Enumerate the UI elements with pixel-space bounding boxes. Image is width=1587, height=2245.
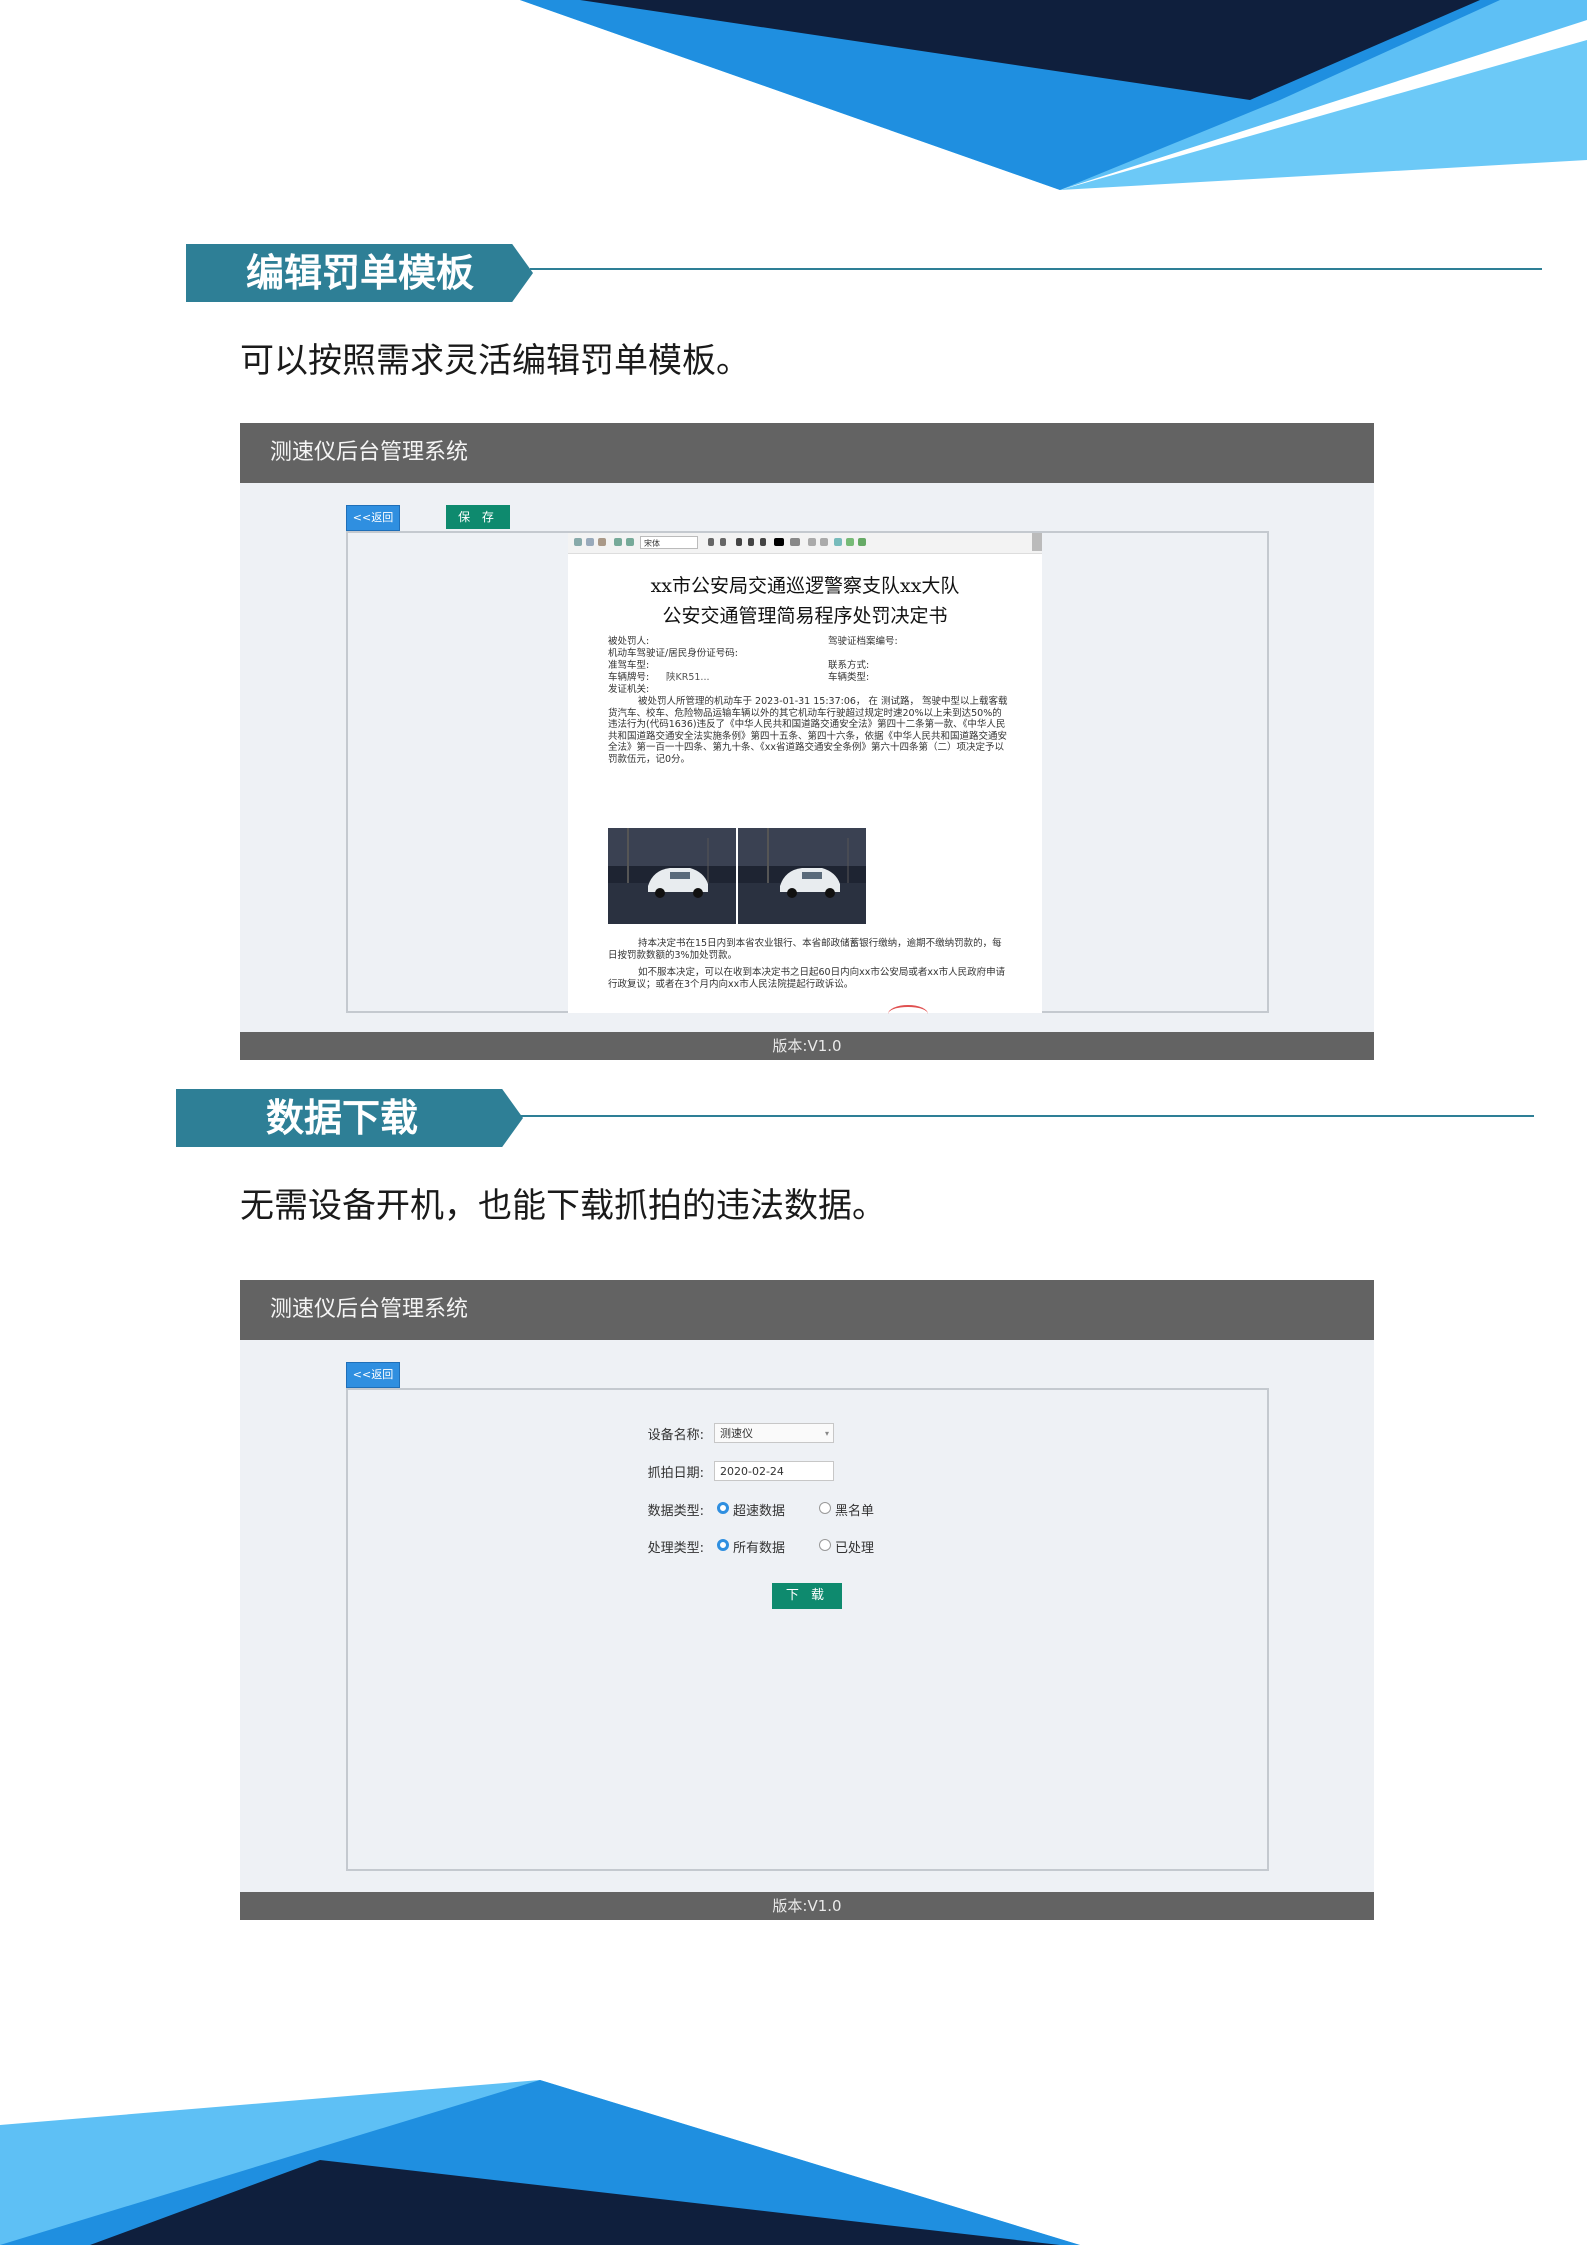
download-form-panel: 设备名称: 测速仪 ▾ 抓拍日期: 2020-02-24 数据类型: 超速数据 … bbox=[346, 1388, 1269, 1871]
violation-photo-2 bbox=[738, 828, 866, 924]
field-issuer: 发证机关: bbox=[608, 684, 650, 695]
doc-payment: 持本决定书在15日内到本省农业银行、本省邮政储蓄银行缴纳，逾期不缴纳罚款的，每日… bbox=[608, 938, 1002, 961]
doc-appeal: 如不服本决定，可以在收到本决定书之日起60日内向xx市公安局或者xx市人民政府申… bbox=[608, 967, 1006, 990]
field-vehicle-type: 车辆类型: bbox=[828, 672, 870, 683]
doc-body: 被处罚人所管理的机动车于 2023-01-31 15:37:06， 在 测试路，… bbox=[608, 696, 1008, 765]
version-footer: 版本:V1.0 bbox=[240, 1032, 1374, 1060]
image-icon[interactable] bbox=[846, 538, 854, 546]
align-icon[interactable] bbox=[808, 538, 816, 546]
radio-blacklist-label[interactable]: 黑名单 bbox=[835, 1500, 874, 1519]
radio-blacklist[interactable] bbox=[819, 1502, 831, 1514]
section-description: 无需设备开机，也能下载抓拍的违法数据。 bbox=[240, 1186, 886, 1226]
back-button[interactable]: <<返回 bbox=[346, 1362, 400, 1388]
version-footer: 版本:V1.0 bbox=[240, 1892, 1374, 1920]
app-title: 测速仪后台管理系统 bbox=[240, 1280, 1374, 1340]
scrollbar[interactable] bbox=[1032, 533, 1042, 551]
font-size-down-icon[interactable] bbox=[720, 538, 726, 546]
download-button[interactable]: 下 载 bbox=[772, 1583, 842, 1609]
field-contact: 联系方式: bbox=[828, 660, 870, 671]
doc-title-line2: 公安交通管理简易程序处罚决定书 bbox=[662, 605, 948, 627]
editor-panel: 宋体 xx市公安局交通巡逻警察支队xx大队 公安交通管理简易程序处罚决定书 被处… bbox=[346, 531, 1269, 1013]
font-size-up-icon[interactable] bbox=[708, 538, 714, 546]
copy-icon[interactable] bbox=[586, 538, 594, 546]
process-type-label: 处理类型: bbox=[647, 1541, 704, 1556]
radio-processed-label[interactable]: 已处理 bbox=[835, 1537, 874, 1556]
date-label: 抓拍日期: bbox=[647, 1466, 704, 1481]
top-decoration bbox=[520, 0, 1587, 190]
chevron-down-icon: ▾ bbox=[824, 1429, 829, 1438]
radio-processed[interactable] bbox=[819, 1539, 831, 1551]
section-title-edit-template: 编辑罚单模板 bbox=[186, 244, 533, 302]
underline-icon[interactable] bbox=[760, 538, 766, 546]
section-divider bbox=[520, 1115, 1534, 1117]
section-divider bbox=[530, 268, 1542, 270]
device-label: 设备名称: bbox=[647, 1428, 704, 1443]
back-button[interactable]: <<返回 bbox=[346, 505, 400, 531]
link-icon[interactable] bbox=[834, 538, 842, 546]
app-title: 测速仪后台管理系统 bbox=[240, 423, 1374, 483]
document-editor[interactable]: 宋体 xx市公安局交通巡逻警察支队xx大队 公安交通管理简易程序处罚决定书 被处… bbox=[568, 533, 1042, 1013]
save-button[interactable]: 保 存 bbox=[446, 505, 510, 529]
redo-icon[interactable] bbox=[626, 538, 634, 546]
field-id-number: 机动车驾驶证/居民身份证号码: bbox=[608, 648, 738, 659]
paste-icon[interactable] bbox=[598, 538, 606, 546]
italic-icon[interactable] bbox=[748, 538, 754, 546]
table-icon[interactable] bbox=[858, 538, 866, 546]
list-icon[interactable] bbox=[820, 538, 828, 546]
bottom-decoration bbox=[0, 2080, 1080, 2245]
violation-photo-1 bbox=[608, 828, 736, 924]
cut-icon[interactable] bbox=[574, 538, 582, 546]
field-plate: 车辆牌号: bbox=[608, 672, 650, 683]
data-type-label: 数据类型: bbox=[647, 1504, 704, 1519]
field-offender: 被处罚人: bbox=[608, 636, 650, 647]
field-license-class: 准驾车型: bbox=[608, 660, 650, 671]
bold-icon[interactable] bbox=[736, 538, 742, 546]
highlight-icon[interactable] bbox=[790, 538, 800, 546]
undo-icon[interactable] bbox=[614, 538, 622, 546]
radio-all-data-label[interactable]: 所有数据 bbox=[733, 1537, 785, 1556]
section-title-data-download: 数据下载 bbox=[176, 1089, 523, 1147]
seal-stamp bbox=[888, 1005, 928, 1023]
device-value: 测速仪 bbox=[720, 1427, 753, 1440]
field-license-file: 驾驶证档案编号: bbox=[828, 636, 898, 647]
plate-value: 陕KR51... bbox=[666, 672, 710, 683]
date-input[interactable]: 2020-02-24 bbox=[714, 1461, 834, 1481]
editor-window: 测速仪后台管理系统 <<返回 保 存 宋体 xx市公安局交通巡逻警察支队xx大队… bbox=[240, 423, 1374, 1060]
section-description: 可以按照需求灵活编辑罚单模板。 bbox=[240, 341, 750, 381]
doc-title-line1: xx市公安局交通巡逻警察支队xx大队 bbox=[650, 575, 960, 597]
radio-overspeed-label[interactable]: 超速数据 bbox=[733, 1500, 785, 1519]
font-color-icon[interactable] bbox=[774, 538, 784, 546]
editor-toolbar: 宋体 bbox=[568, 533, 1042, 554]
device-select[interactable]: 测速仪 ▾ bbox=[714, 1423, 834, 1443]
radio-overspeed[interactable] bbox=[717, 1502, 729, 1514]
radio-all-data[interactable] bbox=[717, 1539, 729, 1551]
font-select[interactable]: 宋体 bbox=[640, 536, 698, 549]
download-window: 测速仪后台管理系统 <<返回 设备名称: 测速仪 ▾ 抓拍日期: 2020-02… bbox=[240, 1280, 1374, 1920]
